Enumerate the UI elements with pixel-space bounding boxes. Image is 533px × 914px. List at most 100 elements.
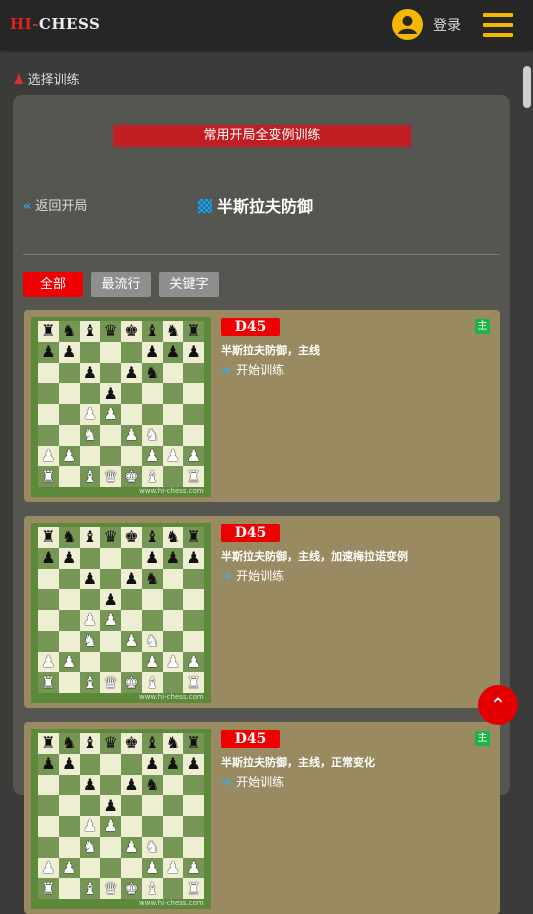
board-square: ♟ (58, 857, 80, 879)
board-square: ♟ (141, 753, 163, 775)
board-square (121, 404, 142, 425)
board-square (121, 341, 142, 363)
board-square (58, 672, 80, 693)
chess-board: ♜ ♞ ♝ ♛ ♚ ♝ ♞ ♜ ♟ ♟ ♟ ♟ ♟ ♟ ♟ ♞ ♟ ♟ ♟ ♞ ♟ ♞ ♟ ♟ ♟ ♟ ♟ ♜ ♝ ♛ ♚ ♝ ♜ www.hi… (31, 523, 211, 703)
board-square (141, 816, 163, 837)
opening-card[interactable]: ♜ ♞ ♝ ♛ ♚ ♝ ♞ ♜ ♟ ♟ ♟ ♟ ♟ ♟ ♟ ♞ ♟ ♟ ♟ ♞ ♟ ♞ ♟ ♟ ♟ ♟ ♟ ♜ ♝ ♛ ♚ ♝ ♜ www.hi… (24, 722, 500, 914)
chess-board: ♜ ♞ ♝ ♛ ♚ ♝ ♞ ♜ ♟ ♟ ♟ ♟ ♟ ♟ ♟ ♞ ♟ ♟ ♟ ♞ ♟ ♞ ♟ ♟ ♟ ♟ ♟ ♜ ♝ ♛ ♚ ♝ ♜ www.hi… (31, 729, 211, 909)
board-square (183, 774, 204, 796)
filter-keyword[interactable]: 关键字 (159, 272, 219, 297)
board-square: ♞ (162, 321, 184, 342)
board-square (58, 816, 80, 837)
board-square: ♟ (100, 795, 121, 816)
filter-all[interactable]: 全部 (23, 272, 83, 297)
board-square: ♛ (100, 672, 121, 693)
board-square (183, 404, 204, 425)
start-training-button[interactable]: ➔ 开始训练 (221, 567, 284, 584)
board-square (121, 610, 142, 631)
board-square: ♞ (141, 774, 163, 796)
chess-board: ♜ ♞ ♝ ♛ ♚ ♝ ♞ ♜ ♟ ♟ ♟ ♟ ♟ ♟ ♟ ♞ ♟ ♟ ♟ ♞ ♟ ♞ ♟ ♟ ♟ ♟ ♟ ♜ ♝ ♛ ♚ ♝ ♜ www.hi… (31, 317, 211, 497)
back-to-top-button[interactable]: ⌃ (478, 685, 518, 725)
board-square (58, 404, 80, 425)
logo[interactable]: HI-CHESS (10, 15, 100, 33)
board-square (121, 857, 142, 879)
page-title: 半斯拉夫防御 (198, 193, 313, 217)
section-label: ♟ 选择训练 (13, 69, 80, 88)
double-chevron-left-icon: « (23, 199, 32, 214)
board-square: ♝ (79, 733, 101, 754)
board-square (38, 610, 59, 631)
board-square: ♜ (183, 466, 204, 487)
board-square (100, 630, 121, 652)
board-square: ♜ (38, 321, 59, 342)
board-square: ♝ (141, 527, 163, 548)
section-label-text: 选择训练 (27, 73, 80, 88)
board-square: ♟ (100, 404, 121, 425)
board-square: ♟ (100, 816, 121, 837)
board-square: ♟ (162, 753, 184, 775)
board-square: ♟ (121, 630, 142, 652)
board-square: ♜ (183, 733, 204, 754)
board-square (121, 445, 142, 467)
scrollbar[interactable] (521, 60, 533, 775)
board-square (38, 568, 59, 590)
opening-card[interactable]: ♜ ♞ ♝ ♛ ♚ ♝ ♞ ♜ ♟ ♟ ♟ ♟ ♟ ♟ ♟ ♞ ♟ ♟ ♟ ♞ ♟ ♞ ♟ ♟ ♟ ♟ ♟ ♜ ♝ ♛ ♚ ♝ ♜ www.hi… (24, 516, 500, 708)
page-title-text: 半斯拉夫防御 (217, 197, 314, 216)
board-square (100, 362, 121, 384)
board-watermark: www.hi-chess.com (139, 899, 204, 907)
card-description: 半斯拉夫防御，主线，正常变化 (221, 756, 375, 769)
board-square: ♛ (100, 466, 121, 487)
board-square (38, 383, 59, 404)
main-line-badge: 主 (475, 319, 490, 334)
board-square: ♟ (183, 857, 204, 879)
board-square (183, 424, 204, 446)
board-square (141, 589, 163, 610)
board-square: ♟ (38, 753, 59, 775)
board-square (141, 795, 163, 816)
board-square: ♟ (58, 547, 80, 569)
opening-card[interactable]: ♜ ♞ ♝ ♛ ♚ ♝ ♞ ♜ ♟ ♟ ♟ ♟ ♟ ♟ ♟ ♞ ♟ ♟ ♟ ♞ ♟ ♞ ♟ ♟ ♟ ♟ ♟ ♜ ♝ ♛ ♚ ♝ ♜ www.hi… (24, 310, 500, 502)
board-square: ♟ (141, 445, 163, 467)
board-square: ♟ (183, 445, 204, 467)
login-link[interactable]: 登录 (433, 15, 461, 35)
board-square (58, 466, 80, 487)
board-square: ♝ (141, 672, 163, 693)
board-square (38, 589, 59, 610)
filter-popular[interactable]: 最流行 (91, 272, 151, 297)
board-square (58, 589, 80, 610)
board-square (79, 341, 101, 363)
board-grid: ♜ ♞ ♝ ♛ ♚ ♝ ♞ ♜ ♟ ♟ ♟ ♟ ♟ ♟ ♟ ♞ ♟ ♟ ♟ ♞ ♟ ♞ ♟ ♟ ♟ ♟ ♟ ♜ ♝ ♛ ♚ ♝ ♜ (38, 527, 204, 693)
start-training-button[interactable]: ➔ 开始训练 (221, 361, 284, 378)
board-square: ♟ (183, 753, 204, 775)
board-square (100, 445, 121, 467)
board-square: ♞ (58, 321, 80, 342)
board-square (79, 383, 101, 404)
hamburger-menu-icon[interactable] (483, 11, 513, 39)
board-square (58, 362, 80, 384)
board-square: ♝ (79, 672, 101, 693)
board-square (79, 857, 101, 879)
board-square (183, 630, 204, 652)
board-square: ♚ (121, 321, 142, 342)
back-button[interactable]: «返回开局 (23, 195, 87, 214)
board-square: ♟ (38, 341, 59, 363)
board-square: ♟ (162, 857, 184, 879)
board-square (58, 568, 80, 590)
start-training-button[interactable]: ➔ 开始训练 (221, 773, 284, 790)
board-square (141, 404, 163, 425)
scrollbar-thumb[interactable] (523, 66, 531, 108)
board-square: ♜ (183, 878, 204, 899)
board-square: ♚ (121, 527, 142, 548)
board-square (100, 341, 121, 363)
board-square: ♟ (79, 362, 101, 384)
board-square: ♟ (58, 341, 80, 363)
board-square (121, 651, 142, 673)
user-icon[interactable] (392, 9, 423, 40)
board-square: ♜ (38, 733, 59, 754)
board-square (183, 568, 204, 590)
eco-code: D45 (221, 730, 280, 748)
board-square: ♟ (121, 362, 142, 384)
board-square: ♜ (38, 878, 59, 899)
board-square (162, 466, 184, 487)
board-square: ♟ (38, 547, 59, 569)
